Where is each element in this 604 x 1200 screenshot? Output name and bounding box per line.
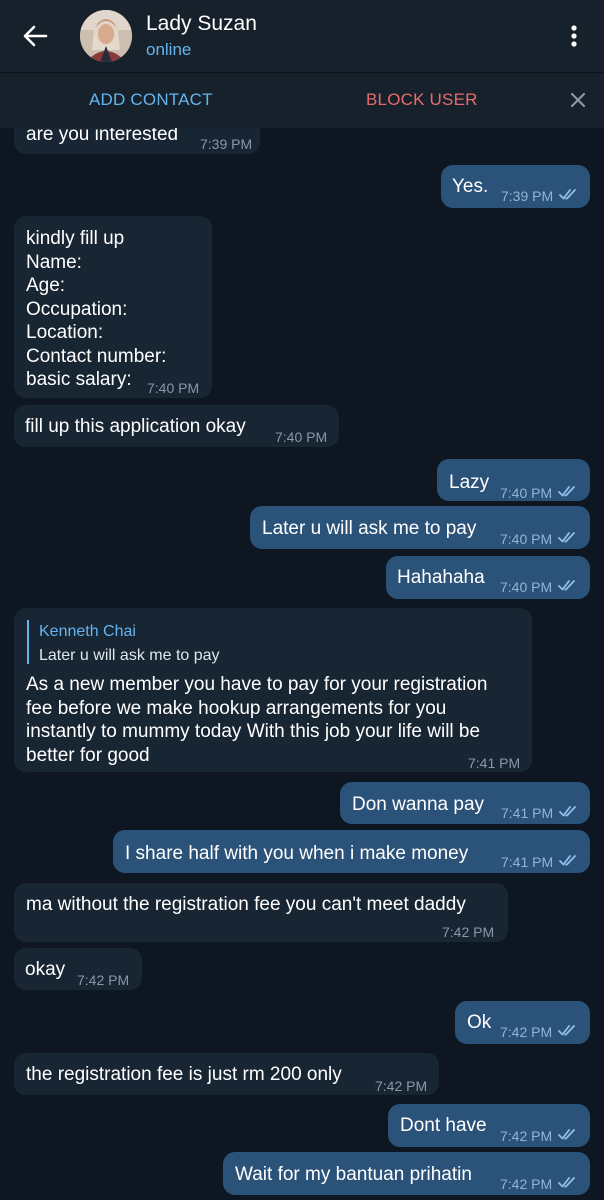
message-text: Don wanna pay [352,794,485,815]
message-time: 7:40 PM [275,429,328,445]
chat-header: Lady Suzan online [0,0,604,72]
outgoing-message[interactable]: Later u will ask me to pay 7:40 PM [250,506,590,549]
outgoing-message[interactable]: Yes. 7:39 PM [441,165,590,208]
message-time: 7:40 PM [500,579,553,595]
contact-action-bar: ADD CONTACT BLOCK USER [0,73,604,128]
message-text: kindly fill up Name: Age: Occupation: Lo… [26,228,167,390]
message-time: 7:41 PM [501,805,554,821]
double-check-icon [558,1129,575,1140]
more-vertical-icon [571,25,577,47]
reply-quote-bar [27,620,29,664]
message-time: 7:41 PM [501,854,554,870]
message-text: Dont have [400,1115,487,1136]
incoming-message[interactable]: Kenneth Chai Later u will ask me to pay As… [14,608,532,772]
message-time: 7:42 PM [375,1078,428,1094]
message-text: the registration fee is just rm 200 only [26,1064,342,1085]
outgoing-message[interactable]: I share half with you when i make money 7… [113,830,590,873]
message-time: 7:42 PM [442,924,495,940]
double-check-icon [558,580,575,591]
message-time: 7:40 PM [500,531,553,547]
arrow-left-icon [23,25,48,47]
message-text: fill up this application okay [25,416,246,437]
message-text: Yes. [452,176,489,197]
incoming-message[interactable]: fill up this application okay 7:40 PM [14,405,339,447]
message-text: Ok [467,1012,492,1033]
outgoing-message[interactable]: Hahahaha 7:40 PM [386,556,590,599]
message-time: 7:40 PM [147,380,200,396]
contact-status: online [146,40,192,59]
more-options-button[interactable] [560,20,588,52]
message-time: 7:42 PM [500,1176,553,1192]
double-check-icon [559,189,576,200]
incoming-message[interactable]: kindly fill up Name: Age: Occupation: Lo… [14,216,212,398]
double-check-icon [558,486,575,497]
message-time: 7:40 PM [500,485,553,501]
incoming-message[interactable]: the registration fee is just rm 200 only… [14,1053,439,1095]
message-text: Wait for my bantuan prihatin [235,1164,472,1185]
reply-author: Kenneth Chai [39,623,136,640]
outgoing-message[interactable]: Ok 7:42 PM [455,1001,590,1044]
message-text: Lazy [449,472,490,493]
incoming-message[interactable]: ma without the registration fee you can'… [14,883,508,942]
message-time: 7:39 PM [501,188,554,204]
outgoing-message[interactable]: Wait for my bantuan prihatin 7:42 PM [223,1152,590,1195]
back-button[interactable] [16,18,56,54]
message-text: Hahahaha [397,567,485,588]
message-time: 7:42 PM [77,972,130,988]
double-check-icon [558,1025,575,1036]
avatar[interactable] [80,10,132,62]
add-contact-button[interactable]: ADD CONTACT [89,90,213,110]
close-icon [570,92,586,108]
message-text: Later u will ask me to pay [262,518,477,539]
close-action-bar-button[interactable] [568,90,588,110]
message-text: okay [25,959,66,980]
contact-name[interactable]: Lady Suzan [146,12,257,36]
outgoing-message[interactable]: Lazy 7:40 PM [437,459,590,501]
incoming-message[interactable]: okay 7:42 PM [14,948,142,990]
message-text: ma without the registration fee you can'… [26,894,466,915]
double-check-icon [559,855,576,866]
outgoing-message[interactable]: Don wanna pay 7:41 PM [340,782,590,824]
double-check-icon [558,532,575,543]
double-check-icon [558,1177,575,1188]
message-time: 7:42 PM [500,1024,553,1040]
message-time: 7:41 PM [468,755,521,771]
outgoing-message[interactable]: Dont have 7:42 PM [388,1104,590,1147]
message-text: I share half with you when i make money [125,843,469,864]
message-text: As a new member you have to pay for your… [26,674,488,766]
block-user-button[interactable]: BLOCK USER [366,90,478,110]
double-check-icon [559,806,576,817]
reply-quoted-text: Later u will ask me to pay [39,647,220,664]
message-time: 7:42 PM [500,1128,553,1144]
message-time: 7:39 PM [200,136,253,152]
